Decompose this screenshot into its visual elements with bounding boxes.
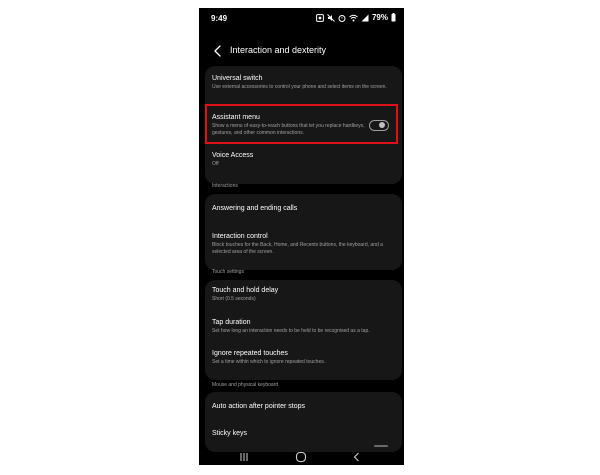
interaction-control-subtitle: Block touches for the Back, Home, and Re… <box>212 242 383 255</box>
auto-action-item[interactable]: Auto action after pointer stops <box>212 403 394 410</box>
voice-access-subtitle: Off <box>212 161 219 167</box>
sticky-keys-toggle-edge <box>374 445 388 447</box>
interaction-control-item[interactable]: Interaction control Block touches for th… <box>212 233 394 255</box>
auto-action-title: Auto action after pointer stops <box>212 403 305 410</box>
section-mouse-keyboard: Mouse and physical keyboard <box>212 382 279 388</box>
touch-hold-delay-item[interactable]: Touch and hold delay Short (0.5 seconds) <box>212 287 394 303</box>
photo-icon <box>316 13 324 22</box>
ignore-repeated-title: Ignore repeated touches <box>212 350 288 357</box>
app-header: Interaction and dexterity <box>199 41 404 63</box>
tap-duration-item[interactable]: Tap duration Set how long an interaction… <box>212 319 394 335</box>
chevron-left-icon[interactable] <box>211 44 225 58</box>
status-bar: 9:49 79% <box>199 8 404 28</box>
card-interactions: Answering and ending calls Interaction c… <box>205 194 402 270</box>
interaction-control-title: Interaction control <box>212 233 268 240</box>
answering-calls-title: Answering and ending calls <box>212 205 298 212</box>
battery-icon <box>391 13 396 22</box>
battery-percent: 79% <box>371 13 388 22</box>
mute-icon <box>327 13 335 22</box>
recents-icon[interactable] <box>238 451 250 463</box>
sticky-keys-item[interactable]: Sticky keys <box>212 430 394 437</box>
ignore-repeated-item[interactable]: Ignore repeated touches Set a time withi… <box>212 350 394 366</box>
section-touch-settings: Touch settings <box>212 269 244 275</box>
touch-hold-delay-title: Touch and hold delay <box>212 287 279 294</box>
voice-access-title: Voice Access <box>212 152 254 159</box>
touch-hold-delay-subtitle: Short (0.5 seconds) <box>212 296 256 302</box>
section-interactions: Interactions <box>212 183 238 189</box>
status-time: 9:49 <box>211 14 228 23</box>
card-mouse-keyboard: Auto action after pointer stops Sticky k… <box>205 392 402 452</box>
tap-duration-subtitle: Set how long an interaction needs to be … <box>212 328 370 334</box>
signal-icon <box>361 14 369 21</box>
phone-screen: 9:49 79% Interaction and dexterity Unive… <box>199 8 404 465</box>
universal-switch-subtitle: Use external accessories to control your… <box>212 84 387 90</box>
answering-calls-item[interactable]: Answering and ending calls <box>212 205 394 212</box>
universal-switch-title: Universal switch <box>212 75 263 82</box>
ignore-repeated-subtitle: Set a time within which to ignore repeat… <box>212 359 326 365</box>
back-icon[interactable] <box>351 451 363 463</box>
sticky-keys-title: Sticky keys <box>212 430 248 437</box>
voice-access-item[interactable]: Voice Access Off <box>212 152 394 168</box>
status-icons: 79% <box>316 13 396 22</box>
universal-switch-item[interactable]: Universal switch Use external accessorie… <box>212 75 394 91</box>
wifi-icon <box>349 14 358 21</box>
tap-duration-title: Tap duration <box>212 319 251 326</box>
page-title: Interaction and dexterity <box>230 45 327 55</box>
home-icon[interactable] <box>295 451 307 463</box>
alarm-icon <box>338 14 346 22</box>
card-touch-settings: Touch and hold delay Short (0.5 seconds)… <box>205 280 402 380</box>
navigation-bar <box>199 448 404 465</box>
highlight-box <box>205 104 398 144</box>
